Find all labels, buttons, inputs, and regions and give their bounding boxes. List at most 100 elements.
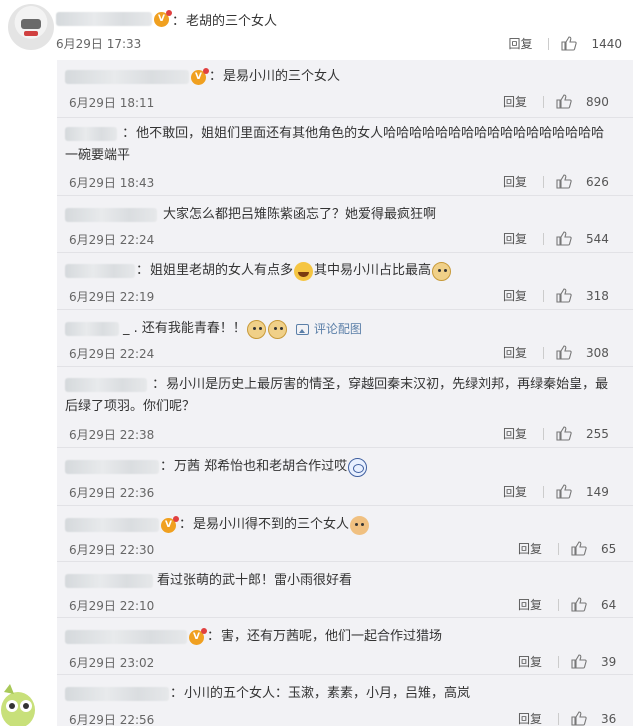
- like-count: 64: [601, 597, 617, 612]
- reply-item: _ . 还有我能青春！！ 评论配图 6月29日 22:24 回复 308: [57, 310, 633, 367]
- verified-badge-icon: V: [191, 67, 209, 85]
- reply-button[interactable]: 回复: [518, 653, 542, 670]
- cat-emoji-icon: [350, 515, 370, 535]
- reply-text: 害，还有万茜呢，他们一起合作过猎场: [221, 629, 443, 644]
- like-icon[interactable]: [571, 711, 587, 726]
- reply-date: 6月29日 18:11: [69, 96, 155, 110]
- reply-item: 看过张萌的武十郎！雷小雨很好看 6月29日 22:10 回复 64: [57, 562, 633, 618]
- reply-button[interactable]: 回复: [503, 483, 527, 500]
- reply-button[interactable]: 回复: [503, 425, 527, 442]
- blurred-username: [65, 70, 189, 84]
- top-comment: V ： 老胡的三个女人 6月29日 17:33 回复 1440: [0, 0, 640, 58]
- verified-badge-icon: V: [189, 627, 207, 645]
- like-icon[interactable]: [561, 36, 578, 51]
- reply-date: 6月29日 22:19: [69, 290, 155, 304]
- reply-text: 大家怎么都把吕雉陈紫函忘了？她爱得最疯狂啊: [163, 207, 437, 222]
- like-icon[interactable]: [556, 288, 572, 303]
- reply-text: 万茜 郑希怡也和老胡合作过哎: [174, 459, 348, 474]
- reply-text: 小川的五个女人：玉漱，素素，小月，吕雉，高岚: [184, 686, 471, 701]
- reply-date: 6月29日 22:56: [69, 713, 155, 726]
- reply-button[interactable]: 回复: [503, 344, 527, 361]
- like-icon[interactable]: [571, 597, 587, 612]
- reply-item: V ： 是易小川的三个女人 6月29日 18:11 回复 890: [57, 60, 633, 118]
- reply-button[interactable]: 回复: [503, 287, 527, 304]
- blurred-username: [65, 377, 147, 392]
- like-icon[interactable]: [556, 94, 572, 109]
- blurred-username: [65, 264, 135, 278]
- like-icon[interactable]: [571, 541, 587, 556]
- reply-text: 看过张萌的武十郎！雷小雨很好看: [157, 573, 353, 588]
- reply-button[interactable]: 回复: [503, 93, 527, 110]
- like-count: 36: [601, 711, 617, 726]
- comment-text: 老胡的三个女人: [186, 13, 278, 29]
- mascot-avatar[interactable]: [0, 680, 40, 726]
- reply-text-continued: 其中易小川占比最高: [314, 263, 432, 278]
- replies-panel: V ： 是易小川的三个女人 6月29日 18:11 回复 890 ：他不敢回，姐…: [57, 60, 633, 726]
- like-icon[interactable]: [556, 484, 572, 499]
- reply-item: 大家怎么都把吕雉陈紫函忘了？她爱得最疯狂啊 6月29日 22:24 回复 544: [57, 196, 633, 253]
- comment-actions: 回复 1440: [508, 35, 622, 52]
- reply-text: 是易小川得不到的三个女人: [193, 517, 350, 532]
- doge-emoji-icon: [267, 319, 287, 339]
- reply-button[interactable]: 回复: [503, 173, 527, 190]
- reply-date: 6月29日 22:24: [69, 233, 155, 247]
- blurred-username: [65, 126, 117, 141]
- comment-date: 6月29日 17:33: [56, 37, 142, 51]
- like-count: 39: [601, 654, 617, 669]
- avatar[interactable]: [8, 4, 54, 50]
- reply-button[interactable]: 回复: [518, 596, 542, 613]
- reply-item: ：他不敢回，姐姐们里面还有其他角色的女人哈哈哈哈哈哈哈哈哈哈哈哈哈哈哈哈哈 一碗…: [57, 118, 633, 196]
- reply-text: 姐姐里老胡的女人有点多: [150, 263, 294, 278]
- blurred-username: [65, 460, 159, 474]
- reply-item: V ： 害，还有万茜呢，他们一起合作过猎场 6月29日 23:02 回复 39: [57, 618, 633, 675]
- reply-button[interactable]: 回复: [518, 540, 542, 557]
- reply-item: ：易小川是历史上最厉害的情圣，穿越回秦末汉初，先绿刘邦，再绿秦始皇，最后绿了项羽…: [57, 367, 633, 448]
- verified-badge-icon: V: [154, 9, 172, 27]
- like-icon[interactable]: [556, 426, 572, 441]
- reply-date: 6月29日 22:10: [69, 599, 155, 613]
- like-icon[interactable]: [556, 345, 572, 360]
- like-count: 890: [586, 94, 609, 109]
- like-count: 255: [586, 426, 609, 441]
- comment-line: V ： 老胡的三个女人: [56, 8, 277, 30]
- reply-item: V ： 是易小川得不到的三个女人 6月29日 22:30 回复 65: [57, 506, 633, 562]
- reply-button[interactable]: 回复: [518, 710, 542, 726]
- blurred-username: [56, 12, 152, 26]
- reply-button[interactable]: 回复: [503, 230, 527, 247]
- reply-text: 他不敢回，姐姐们里面还有其他角色的女人哈哈哈哈哈哈哈哈哈哈哈哈哈哈哈哈哈 一碗要…: [65, 126, 605, 163]
- doraemon-emoji-icon: [348, 457, 368, 477]
- reply-item: ： 小川的五个女人：玉漱，素素，小月，吕雉，高岚 6月29日 22:56 回复 …: [57, 675, 633, 726]
- reply-date: 6月29日 22:36: [69, 486, 155, 500]
- reply-date: 6月29日 22:24: [69, 347, 155, 361]
- blurred-username: [65, 630, 187, 644]
- like-count: 65: [601, 541, 617, 556]
- like-count: 544: [586, 231, 609, 246]
- blurred-username: [65, 574, 153, 588]
- like-icon[interactable]: [556, 231, 572, 246]
- like-count: 149: [586, 484, 609, 499]
- reply-button[interactable]: 回复: [508, 35, 532, 52]
- blurred-username: [65, 518, 159, 532]
- doge-emoji-icon: [432, 261, 452, 281]
- laughing-emoji-icon: [294, 261, 314, 281]
- like-count: 308: [586, 345, 609, 360]
- blurred-username: [65, 208, 157, 222]
- comment-image-link[interactable]: 评论配图: [295, 318, 362, 340]
- reply-date: 6月29日 18:43: [69, 176, 155, 190]
- like-count: 318: [586, 288, 609, 303]
- doge-emoji-icon: [246, 319, 266, 339]
- reply-text: 是易小川的三个女人: [223, 69, 341, 84]
- like-count: 626: [586, 174, 609, 189]
- reply-item: ： 姐姐里老胡的女人有点多 其中易小川占比最高 6月29日 22:19 回复 3…: [57, 253, 633, 310]
- reply-date: 6月29日 22:30: [69, 543, 155, 557]
- like-icon[interactable]: [571, 654, 587, 669]
- like-count: 1440: [591, 36, 622, 51]
- blurred-username: [65, 687, 169, 701]
- verified-badge-icon: V: [161, 515, 179, 533]
- image-icon: [295, 323, 309, 335]
- reply-date: 6月29日 23:02: [69, 656, 155, 670]
- reply-item: ： 万茜 郑希怡也和老胡合作过哎 6月29日 22:36 回复 149: [57, 448, 633, 506]
- reply-date: 6月29日 22:38: [69, 428, 155, 442]
- blurred-username: [65, 322, 119, 336]
- like-icon[interactable]: [556, 174, 572, 189]
